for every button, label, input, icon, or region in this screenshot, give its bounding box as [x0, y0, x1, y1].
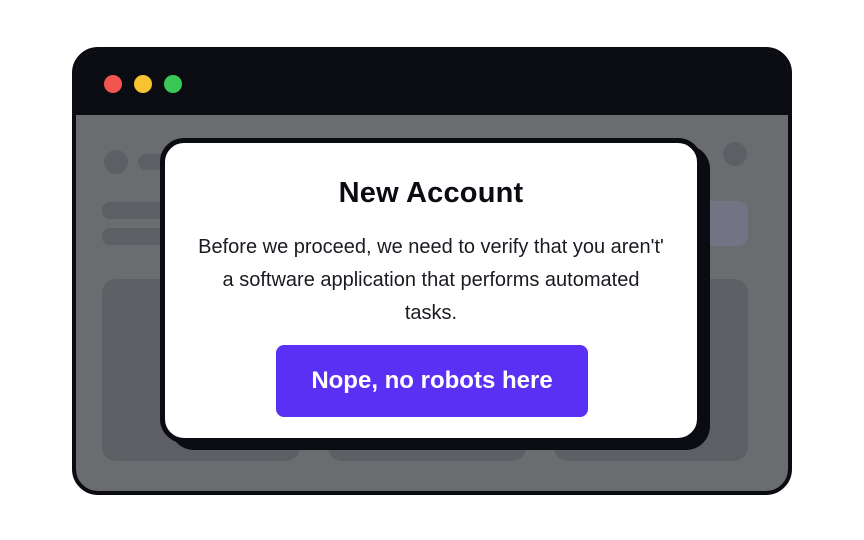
modal-description: Before we proceed, we need to verify tha… — [198, 236, 664, 324]
bg-profile-placeholder — [723, 142, 747, 166]
verification-modal: New Account Before we proceed, we need t… — [160, 138, 702, 443]
modal-title: New Account — [338, 177, 524, 209]
window-titlebar — [76, 51, 788, 115]
zoom-window-dot[interactable] — [164, 75, 182, 93]
confirm-not-robot-button[interactable]: Nope, no robots here — [276, 345, 588, 417]
minimize-window-dot[interactable] — [134, 75, 152, 93]
close-window-dot[interactable] — [104, 75, 122, 93]
bg-avatar-placeholder — [104, 150, 128, 174]
